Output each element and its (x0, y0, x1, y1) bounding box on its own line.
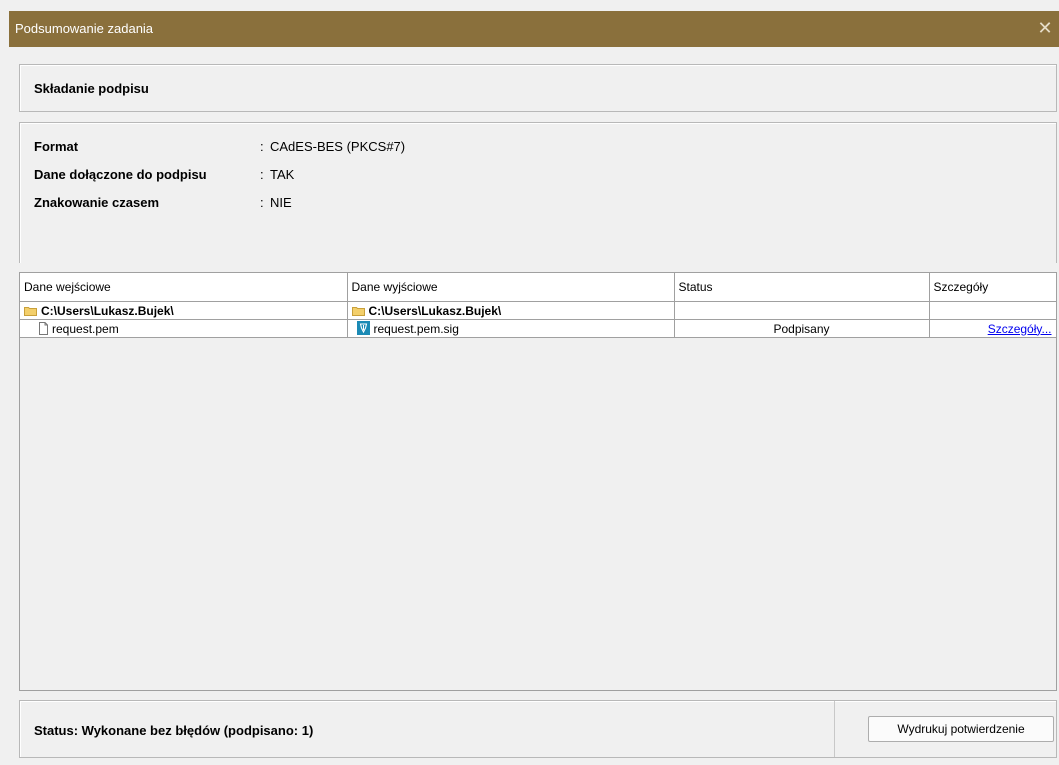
folder-icon (24, 305, 37, 316)
details-cell: Szczegóły... (929, 319, 1057, 338)
info-separator: : (260, 195, 264, 210)
column-header-input[interactable]: Dane wejściowe (20, 273, 348, 302)
operation-panel: Składanie podpisu (19, 64, 1057, 112)
output-file-name: request.pem.sig (373, 322, 459, 336)
folder-details-cell (929, 301, 1057, 320)
signature-info-panel: Format : CAdES-BES (PKCS#7) Dane dołączo… (19, 122, 1057, 263)
info-label: Format (34, 139, 79, 154)
print-confirmation-button[interactable]: Wydrukuj potwierdzenie (868, 716, 1054, 742)
info-separator: : (260, 167, 264, 182)
folder-status-cell (674, 301, 930, 320)
info-value: NIE (270, 195, 292, 210)
file-status-cell: Podpisany (674, 319, 930, 338)
column-header-output[interactable]: Dane wyjściowe (347, 273, 675, 302)
close-icon[interactable]: ✕ (1035, 17, 1055, 39)
summary-status-text: Status: Wykonane bez błędów (podpisano: … (34, 723, 314, 738)
input-folder-cell[interactable]: C:\Users\Lukasz.Bujek\ (20, 301, 348, 320)
table-row-folder[interactable]: C:\Users\Lukasz.Bujek\ C:\Users\Lukasz.B… (20, 301, 1057, 320)
input-folder-path: C:\Users\Lukasz.Bujek\ (41, 303, 174, 318)
title-bar: Podsumowanie zadania ✕ (9, 11, 1059, 47)
operation-heading: Składanie podpisu (34, 81, 149, 96)
window-title: Podsumowanie zadania (15, 21, 154, 36)
table-row-file[interactable]: request.pem request.pem.sig Podpisany Sz… (20, 319, 1057, 338)
input-file-cell[interactable]: request.pem (20, 319, 348, 338)
column-header-status[interactable]: Status (674, 273, 930, 302)
results-table: Dane wejściowe Dane wyjściowe Status Szc… (19, 272, 1057, 691)
info-label: Dane dołączone do podpisu (34, 167, 207, 182)
input-file-name: request.pem (52, 321, 119, 336)
info-label: Znakowanie czasem (34, 195, 159, 210)
footer-panel: Status: Wykonane bez błędów (podpisano: … (19, 700, 1057, 758)
info-separator: : (260, 139, 264, 154)
file-icon (39, 321, 48, 335)
column-header-details[interactable]: Szczegóły (929, 273, 1057, 302)
info-value: CAdES-BES (PKCS#7) (270, 139, 406, 154)
info-value: TAK (270, 167, 295, 182)
details-link[interactable]: Szczegóły... (988, 322, 1052, 336)
footer-divider (834, 701, 835, 757)
output-folder-path: C:\Users\Lukasz.Bujek\ (368, 303, 502, 318)
folder-icon (351, 305, 365, 316)
signature-file-icon (356, 321, 370, 335)
output-folder-cell[interactable]: C:\Users\Lukasz.Bujek\ (347, 301, 675, 320)
output-file-cell[interactable]: request.pem.sig (347, 319, 675, 338)
